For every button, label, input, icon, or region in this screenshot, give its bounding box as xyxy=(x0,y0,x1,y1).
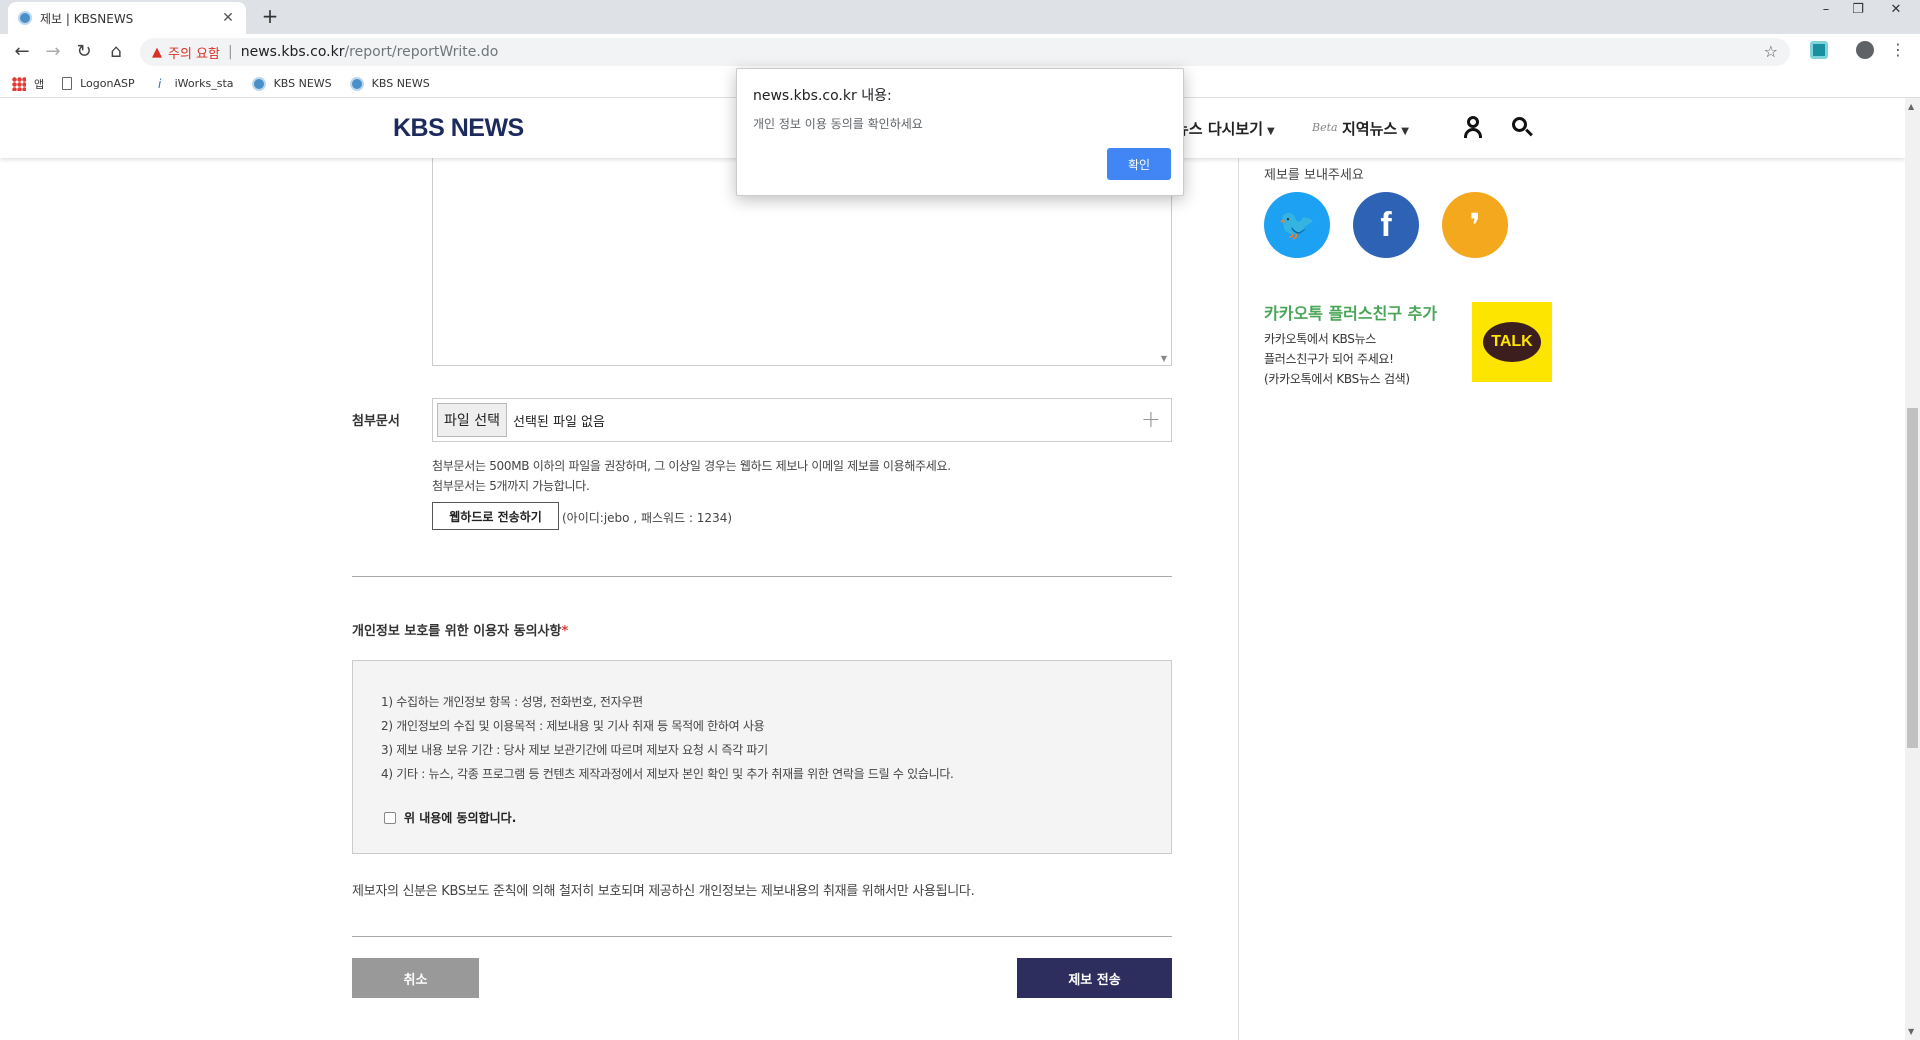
page-icon xyxy=(62,77,73,90)
bookmark-logonasp[interactable]: LogonASP xyxy=(62,77,135,90)
address-bar[interactable]: ▲ 주의 요함 | news.kbs.co.kr /report/reportW… xyxy=(140,38,1790,66)
browser-toolbar: ← → ↻ ⌂ ▲ 주의 요함 | news.kbs.co.kr /report… xyxy=(0,34,1920,70)
bookmark-label: 앱 xyxy=(34,77,45,91)
alert-title: news.kbs.co.kr 내용: xyxy=(753,88,892,104)
alert-ok-button[interactable]: 확인 xyxy=(1107,148,1171,180)
bookmark-label: LogonASP xyxy=(80,77,135,90)
scrollbar-thumb[interactable] xyxy=(1907,408,1918,748)
consent-item: 2) 개인정보의 수집 및 이용목적 : 제보내용 및 기사 취재 등 목적에 … xyxy=(381,719,765,733)
scroll-up-icon[interactable]: ▲ xyxy=(1908,102,1914,111)
new-tab-button[interactable]: + xyxy=(258,5,282,29)
attachment-label: 첨부문서 xyxy=(352,414,400,429)
bookmark-label: iWorks_sta xyxy=(174,77,234,90)
agree-checkbox[interactable] xyxy=(384,811,396,824)
attachment-note-2: 첨부문서는 5개까지 가능합니다. xyxy=(432,479,590,493)
url-host: news.kbs.co.kr xyxy=(240,44,345,60)
cancel-button[interactable]: 취소 xyxy=(352,958,479,998)
kbs-icon xyxy=(349,76,364,91)
agree-label[interactable]: 위 내용에 동의합니다. xyxy=(404,809,516,826)
restore-button[interactable]: ❐ xyxy=(1838,0,1878,20)
file-input[interactable]: 파일 선택 선택된 파일 없음 + xyxy=(432,398,1172,442)
warning-triangle-icon: ▲ xyxy=(152,44,162,60)
tab-title: 제보 | KBSNEWS xyxy=(40,11,134,26)
close-window-button[interactable]: ✕ xyxy=(1876,0,1916,20)
kebab-menu-icon[interactable]: ⋮ xyxy=(1890,40,1906,59)
bookmark-iworks[interactable]: i iWorks_sta xyxy=(153,77,234,91)
webhard-upload-button[interactable]: 웹하드로 전송하기 xyxy=(432,502,559,530)
url-path: /report/reportWrite.do xyxy=(344,44,499,60)
bookmark-kbs-news-2[interactable]: KBS NEWS xyxy=(349,76,430,91)
kbs-icon xyxy=(251,76,266,91)
sidebar-divider xyxy=(1238,158,1239,1040)
forward-arrow-icon[interactable]: → xyxy=(41,40,65,64)
bookmark-apps[interactable]: 앱 xyxy=(12,76,44,92)
apps-grid-icon xyxy=(12,76,26,91)
bookmark-kbs-news-1[interactable]: KBS NEWS xyxy=(251,76,332,91)
kakao-desc-line: 카카오톡에서 KBS뉴스 xyxy=(1264,332,1377,346)
scroll-down-icon[interactable]: ▼ xyxy=(1908,1027,1914,1036)
profile-icon[interactable] xyxy=(1856,41,1874,59)
textarea-scroll-down-icon[interactable]: ▼ xyxy=(1161,354,1167,363)
bookmark-label: KBS NEWS xyxy=(371,77,430,90)
nav-local-news-label: 지역뉴스 xyxy=(1342,120,1398,138)
required-mark: * xyxy=(561,624,569,639)
talk-bubble: TALK xyxy=(1483,322,1541,362)
search-icon[interactable] xyxy=(1512,117,1534,139)
home-icon[interactable]: ⌂ xyxy=(104,40,128,64)
consent-item: 1) 수집하는 개인정보 항목 : 성명, 전화번호, 전자우편 xyxy=(381,695,643,709)
facebook-icon[interactable]: f xyxy=(1353,192,1419,258)
caret-down-icon: ▼ xyxy=(1401,126,1409,137)
security-warning-label[interactable]: 주의 요함 xyxy=(168,43,220,62)
reload-icon[interactable]: ↻ xyxy=(72,40,96,64)
beta-badge: Beta xyxy=(1312,121,1338,134)
divider xyxy=(352,576,1172,577)
browser-tab[interactable]: 제보 | KBSNEWS ✕ xyxy=(8,2,246,34)
alert-dialog: news.kbs.co.kr 내용: 개인 정보 이용 동의를 확인하세요 확인 xyxy=(736,68,1184,196)
nav-news-replay-label: 뉴스 다시보기 xyxy=(1175,120,1264,138)
webhard-credentials: (아이디:jebo , 패스워드 : 1234) xyxy=(562,511,733,525)
tab-close-icon[interactable]: ✕ xyxy=(220,10,236,26)
tab-strip: 제보 | KBSNEWS ✕ + – ❐ ✕ xyxy=(0,0,1920,34)
sns-prompt-text: 제보를 보내주세요 xyxy=(1264,168,1364,183)
consent-item: 4) 기타 : 뉴스, 각종 프로그램 등 컨텐츠 제작과정에서 제보자 본인 … xyxy=(381,767,954,781)
alert-message: 개인 정보 이용 동의를 확인하세요 xyxy=(753,117,923,131)
consent-title: 개인정보 보호를 위한 이용자 동의사항* xyxy=(352,620,568,639)
bookmark-label: KBS NEWS xyxy=(273,77,332,90)
consent-box: 1) 수집하는 개인정보 항목 : 성명, 전화번호, 전자우편 2) 개인정보… xyxy=(352,660,1172,854)
consent-title-text: 개인정보 보호를 위한 이용자 동의사항 xyxy=(352,624,562,639)
page-content: KBS NEWS 뉴스 다시보기 ▼ Beta 지역뉴스 ▼ ▼ 첨부문서 파일 선… xyxy=(0,98,1905,1040)
page-scrollbar[interactable]: ▲ ▼ xyxy=(1905,98,1920,1040)
agree-row[interactable]: 위 내용에 동의합니다. xyxy=(384,809,516,826)
kakao-desc-line: 플러스친구가 되어 주세요! xyxy=(1264,352,1394,366)
caret-down-icon: ▼ xyxy=(1267,126,1275,137)
submit-report-button[interactable]: 제보 전송 xyxy=(1017,958,1172,998)
nav-local-news[interactable]: 지역뉴스 ▼ xyxy=(1342,118,1409,139)
consent-item: 3) 제보 내용 보유 기간 : 당사 제보 보관기간에 따르며 제보자 요청 … xyxy=(381,743,768,757)
kakao-talk-icon[interactable]: TALK xyxy=(1472,302,1552,382)
divider xyxy=(352,936,1172,937)
attachment-note-1: 첨부문서는 500MB 이하의 파일을 권장하며, 그 이상일 경우는 웹하드 … xyxy=(432,459,951,473)
kakao-plus-title[interactable]: 카카오톡 플러스친구 추가 xyxy=(1264,300,1437,324)
kbs-favicon-icon xyxy=(18,11,32,25)
file-select-button[interactable]: 파일 선택 xyxy=(437,403,507,437)
file-none-text: 선택된 파일 없음 xyxy=(512,414,605,430)
nav-news-replay[interactable]: 뉴스 다시보기 ▼ xyxy=(1175,118,1275,139)
browser-window: 제보 | KBSNEWS ✕ + – ❐ ✕ ← → ↻ ⌂ ▲ 주의 요함 |… xyxy=(0,0,1920,1040)
iworks-icon: i xyxy=(157,76,162,91)
back-arrow-icon[interactable]: ← xyxy=(10,40,34,64)
kakaostory-icon[interactable]: ❜ xyxy=(1442,192,1508,258)
twitter-icon[interactable]: 🐦 xyxy=(1264,192,1330,258)
add-file-icon[interactable]: + xyxy=(1141,405,1161,433)
kakao-desc-line: (카카오톡에서 KBS뉴스 검색) xyxy=(1264,372,1410,386)
omnibox-separator: | xyxy=(227,44,233,60)
bookmark-star-icon[interactable]: ☆ xyxy=(1764,42,1778,61)
kbs-news-logo[interactable]: KBS NEWS xyxy=(393,114,524,143)
extension-icon[interactable] xyxy=(1810,41,1828,59)
privacy-note: 제보자의 신분은 KBS보도 준칙에 의해 철저히 보호되며 제공하신 개인정보… xyxy=(352,884,975,899)
user-icon[interactable] xyxy=(1462,116,1484,140)
